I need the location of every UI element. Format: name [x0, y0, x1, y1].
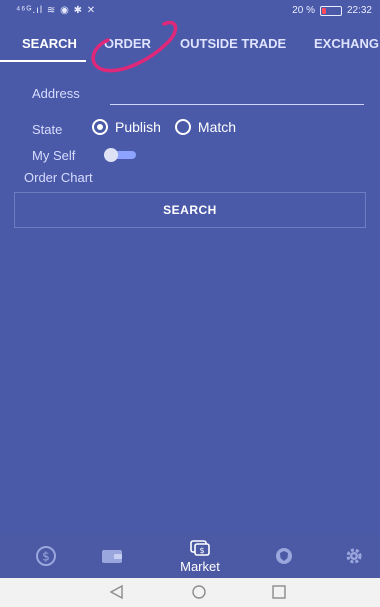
clock: 22:32 [346, 5, 372, 16]
battery-fill [321, 7, 326, 14]
recents-button[interactable] [270, 584, 288, 605]
battery-icon [319, 5, 342, 16]
system-nav-bar [0, 578, 380, 607]
search-button[interactable]: SEARCH [14, 192, 366, 228]
radio-match-label: Match [197, 119, 237, 135]
nav-item-market[interactable]: $ Market [170, 534, 230, 578]
status-bar: ⁴⁶ᴳ.ıl ≋ ◉ ✱ ✕ 20 % 22:32 [0, 0, 380, 22]
wallet-icon [102, 550, 122, 563]
state-label: State [32, 122, 63, 137]
radio-selected-icon[interactable] [92, 119, 108, 135]
status-indicators: ⁴⁶ᴳ.ıl ≋ ◉ ✱ ✕ [16, 5, 97, 16]
svg-text:$: $ [42, 550, 50, 564]
svg-text:$: $ [199, 546, 204, 555]
radio-match[interactable]: Match [174, 119, 237, 135]
back-triangle-icon [109, 584, 123, 600]
nav-item-settings[interactable] [334, 534, 374, 578]
bottom-nav: $ $ Market [0, 534, 380, 578]
app-screen: ⁴⁶ᴳ.ıl ≋ ◉ ✱ ✕ 20 % 22:32 SEARCH ORDER O… [0, 0, 380, 607]
radio-publish[interactable]: Publish [92, 119, 161, 135]
recents-square-icon [272, 585, 286, 599]
status-right: 20 % 22:32 [292, 5, 372, 16]
address-label: Address [32, 86, 80, 101]
state-radio-group: Publish Match [92, 119, 250, 135]
tab-bar: SEARCH ORDER OUTSIDE TRADE EXCHANG [0, 26, 380, 62]
tab-search[interactable]: SEARCH [0, 26, 86, 62]
home-button[interactable] [190, 584, 208, 605]
toggle-knob[interactable] [104, 148, 118, 162]
market-chat-icon: $ [190, 539, 210, 556]
dollar-coin-icon: $ [36, 546, 56, 566]
nav-item-shield[interactable] [264, 534, 304, 578]
nav-item-wallet[interactable] [92, 534, 132, 578]
myself-label: My Self [32, 148, 76, 163]
gear-icon [346, 548, 362, 564]
address-input[interactable] [110, 104, 364, 105]
home-circle-icon [192, 585, 206, 599]
radio-publish-label: Publish [115, 119, 161, 135]
radio-unselected-icon[interactable] [174, 119, 191, 135]
nav-market-label: Market [180, 558, 220, 574]
battery-percent: 20 % [292, 5, 315, 16]
tab-exchange[interactable]: EXCHANG [298, 26, 380, 62]
myself-toggle[interactable] [104, 148, 136, 162]
back-button[interactable] [108, 584, 126, 605]
tab-outside-trade[interactable]: OUTSIDE TRADE [168, 26, 298, 62]
order-chart-label: Order Chart [24, 170, 93, 185]
tab-order[interactable]: ORDER [86, 26, 168, 62]
shield-icon [276, 548, 292, 564]
nav-item-dollar[interactable]: $ [26, 534, 66, 578]
